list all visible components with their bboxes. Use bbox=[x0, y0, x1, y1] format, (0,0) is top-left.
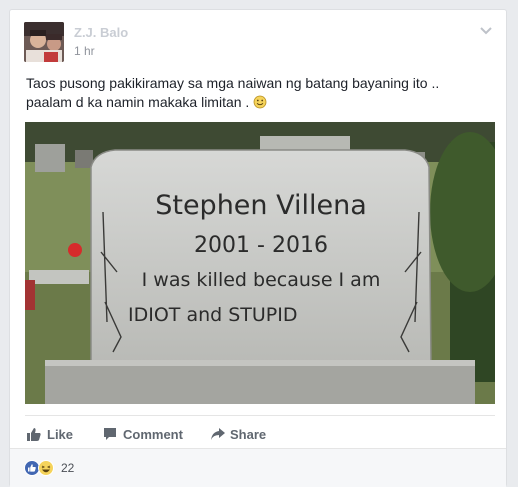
post-photo[interactable]: Stephen Villena 2001 - 2016 I was killed… bbox=[25, 122, 495, 404]
author-name[interactable]: Z.J. Balo bbox=[74, 25, 128, 40]
share-label: Share bbox=[230, 427, 267, 442]
tombstone-name: Stephen Villena bbox=[155, 190, 367, 221]
like-button[interactable]: Like bbox=[27, 426, 87, 444]
tombstone-years: 2001 - 2016 bbox=[194, 233, 328, 258]
post-timestamp[interactable]: 1 hr bbox=[74, 44, 95, 58]
smile-emoji-icon bbox=[253, 95, 267, 109]
like-label: Like bbox=[47, 427, 74, 442]
reactions-bar: 22 bbox=[10, 448, 506, 487]
post-header: Z.J. Balo 1 hr bbox=[24, 22, 494, 66]
post-actions: Like Comment Share bbox=[25, 415, 495, 448]
comment-icon bbox=[104, 428, 116, 440]
comment-label: Comment bbox=[123, 427, 183, 442]
share-button[interactable]: Share bbox=[210, 426, 280, 444]
tombstone-line2: IDIOT and STUPID bbox=[128, 304, 298, 326]
comment-button[interactable]: Comment bbox=[103, 426, 193, 444]
post-text: Taos pusong pakikiramay sa mga naiwan ng… bbox=[26, 74, 476, 112]
like-reaction-icon bbox=[24, 460, 40, 476]
tombstone-line1: I was killed because I am bbox=[142, 269, 381, 291]
haha-reaction-icon bbox=[38, 460, 54, 476]
thumbs-up-icon bbox=[27, 428, 41, 441]
chevron-down-icon[interactable] bbox=[478, 22, 494, 38]
author-avatar[interactable] bbox=[24, 22, 64, 62]
share-arrow-icon bbox=[211, 428, 225, 440]
post-card: Z.J. Balo 1 hr Taos pusong pakikiramay s… bbox=[9, 9, 507, 487]
reaction-icons[interactable] bbox=[24, 460, 58, 476]
post-text-content: Taos pusong pakikiramay sa mga naiwan ng… bbox=[26, 75, 440, 110]
reaction-count[interactable]: 22 bbox=[61, 460, 74, 476]
tombstone-image: Stephen Villena 2001 - 2016 I was killed… bbox=[25, 122, 495, 404]
